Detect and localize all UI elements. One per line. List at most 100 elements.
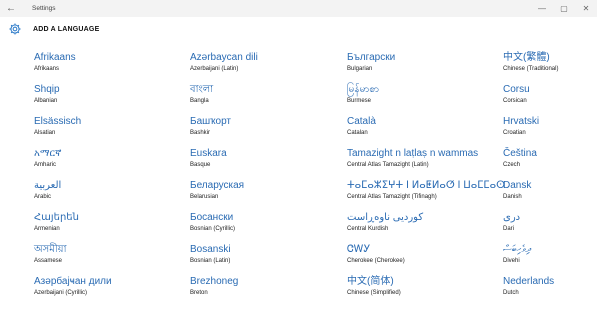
language-native-name: Bosanski	[190, 244, 231, 255]
language-native-name: العربية	[34, 180, 62, 191]
back-button[interactable]: ←	[2, 0, 20, 17]
language-english-name: Bangla	[190, 98, 209, 104]
language-english-name: Arabic	[34, 194, 52, 200]
language-item[interactable]: አማርኛ Amharic	[34, 148, 184, 169]
language-item[interactable]: Башҡорт Bashkir	[190, 116, 340, 137]
language-item[interactable]: 中文(繁體) Chinese (Traditional)	[503, 52, 595, 73]
close-button[interactable]: ✕	[575, 0, 597, 17]
maximize-icon: ▢	[560, 4, 568, 13]
language-english-name: Dari	[503, 226, 515, 232]
language-item[interactable]: Hrvatski Croatian	[503, 116, 595, 137]
language-native-name: မြန်မာစာ	[347, 84, 380, 95]
language-native-name: Brezhoneg	[190, 276, 239, 287]
language-english-name: Bashkir	[190, 130, 211, 136]
language-english-name: Central Kurdish	[347, 226, 389, 232]
close-icon: ✕	[582, 4, 590, 13]
language-item[interactable]: دری Dari	[503, 212, 595, 233]
language-english-name: Amharic	[34, 162, 57, 168]
language-english-name: Chinese (Traditional)	[503, 66, 559, 72]
language-item[interactable]: မြန်မာစာ Burmese	[347, 84, 497, 105]
gear-icon	[3, 17, 27, 41]
language-native-name: অসমীয়া	[34, 244, 67, 255]
language-item[interactable]: ᏣᎳᎩ Cherokee (Cherokee)	[347, 244, 497, 265]
language-native-name: کوردیی ناوەڕاست	[347, 212, 424, 223]
language-english-name: Cherokee (Cherokee)	[347, 258, 405, 264]
language-native-name: Беларуская	[190, 180, 245, 191]
language-english-name: Bulgarian	[347, 66, 373, 72]
language-item[interactable]: Brezhoneg Breton	[190, 276, 340, 297]
language-native-name: Euskara	[190, 148, 227, 159]
language-english-name: Corsican	[503, 98, 527, 104]
language-item[interactable]: Azərbaycan dili Azerbaijani (Latin)	[190, 52, 340, 73]
language-native-name: বাংলা	[190, 84, 214, 95]
language-english-name: Azerbaijani (Latin)	[190, 66, 239, 72]
maximize-button[interactable]: ▢	[553, 0, 575, 17]
page-header: ADD A LANGUAGE	[0, 17, 597, 41]
language-item[interactable]: Bosanski Bosnian (Latin)	[190, 244, 340, 265]
language-native-name: Български	[347, 52, 396, 63]
language-item[interactable]: Беларуская Belarusian	[190, 180, 340, 201]
language-item[interactable]: Afrikaans Afrikaans	[34, 52, 184, 73]
language-native-name: دری	[503, 212, 521, 223]
language-item[interactable]: ⵜⴰⵎⴰⵣⵉⵖⵜ ⵏ ⵍⴰⵟⵍⴰⵚ ⵏ ⵡⴰⵎⵎⴰⵙ Central Atlas …	[347, 180, 505, 201]
language-item[interactable]: Tamazight n laṭlaṣ n wammas Central Atlas…	[347, 148, 497, 169]
language-item[interactable]: 中文(简体) Chinese (Simplified)	[347, 276, 497, 297]
language-item[interactable]: Elsässisch Alsatian	[34, 116, 184, 137]
language-item[interactable]: العربية Arabic	[34, 180, 184, 201]
language-english-name: Afrikaans	[34, 66, 60, 72]
language-native-name: 中文(简体)	[347, 276, 394, 287]
language-english-name: Divehi	[503, 258, 520, 264]
window-controls: — ▢ ✕	[531, 0, 597, 17]
language-english-name: Central Atlas Tamazight (Tifinagh)	[347, 194, 437, 200]
language-english-name: Bosnian (Cyrillic)	[190, 226, 236, 232]
language-item[interactable]: Corsu Corsican	[503, 84, 595, 105]
language-english-name: Armenian	[34, 226, 60, 232]
language-native-name: Азәрбајҹан дили	[34, 276, 112, 287]
language-english-name: Basque	[190, 162, 211, 168]
language-native-name: Afrikaans	[34, 52, 76, 63]
language-native-name: Hrvatski	[503, 116, 540, 127]
language-english-name: Danish	[503, 194, 522, 200]
minimize-button[interactable]: —	[531, 0, 553, 17]
language-english-name: Dutch	[503, 290, 519, 296]
language-english-name: Bosnian (Latin)	[190, 258, 231, 264]
language-english-name: Croatian	[503, 130, 526, 136]
language-item[interactable]: Čeština Czech	[503, 148, 595, 169]
language-item[interactable]: Български Bulgarian	[347, 52, 497, 73]
language-native-name: Босански	[190, 212, 234, 223]
language-item[interactable]: کوردیی ناوەڕاست Central Kurdish	[347, 212, 497, 233]
language-native-name: Azərbaycan dili	[190, 52, 258, 63]
language-item[interactable]: Català Catalan	[347, 116, 497, 137]
language-native-name: ⵜⴰⵎⴰⵣⵉⵖⵜ ⵏ ⵍⴰⵟⵍⴰⵚ ⵏ ⵡⴰⵎⵎⴰⵙ	[347, 180, 505, 191]
language-english-name: Assamese	[34, 258, 63, 264]
language-english-name: Burmese	[347, 98, 372, 104]
language-native-name: Català	[347, 116, 376, 127]
language-item[interactable]: Nederlands Dutch	[503, 276, 595, 297]
language-english-name: Azerbaijani (Cyrillic)	[34, 290, 88, 296]
language-english-name: Alsatian	[34, 130, 56, 136]
language-item[interactable]: অসমীয়া Assamese	[34, 244, 184, 265]
language-native-name: Corsu	[503, 84, 530, 95]
language-english-name: Chinese (Simplified)	[347, 290, 401, 296]
title-bar: ← Settings — ▢ ✕	[0, 0, 597, 17]
language-english-name: Breton	[190, 290, 208, 296]
language-english-name: Albanian	[34, 98, 58, 104]
language-english-name: Belarusian	[190, 194, 219, 200]
language-native-name: Dansk	[503, 180, 532, 191]
language-native-name: Čeština	[503, 148, 537, 159]
language-english-name: Czech	[503, 162, 521, 168]
language-item[interactable]: Азәрбајҹан дили Azerbaijani (Cyrillic)	[34, 276, 184, 297]
language-item[interactable]: Euskara Basque	[190, 148, 340, 169]
language-native-name: ދިވެހިބަސް	[503, 244, 531, 255]
language-native-name: Nederlands	[503, 276, 555, 287]
language-item[interactable]: ދިވެހިބަސް Divehi	[503, 244, 595, 265]
back-arrow-icon: ←	[6, 3, 16, 14]
language-english-name: Catalan	[347, 130, 368, 136]
language-item[interactable]: Shqip Albanian	[34, 84, 184, 105]
language-item[interactable]: বাংলা Bangla	[190, 84, 340, 105]
language-item[interactable]: Հայերեն Armenian	[34, 212, 184, 233]
language-native-name: አማርኛ	[34, 148, 62, 159]
language-native-name: ᏣᎳᎩ	[347, 244, 371, 255]
language-item[interactable]: Босански Bosnian (Cyrillic)	[190, 212, 340, 233]
language-item[interactable]: Dansk Danish	[503, 180, 595, 201]
